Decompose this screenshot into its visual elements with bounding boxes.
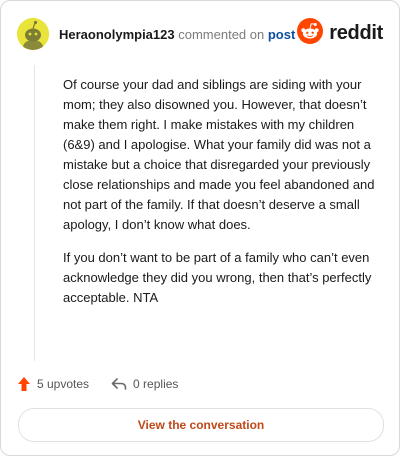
- author-name[interactable]: Heraonolympia123: [59, 27, 175, 42]
- upvote-count: 5 upvotes: [37, 377, 90, 391]
- reddit-wordmark: reddit: [329, 21, 383, 44]
- view-conversation-button[interactable]: View the conversation: [18, 408, 384, 442]
- reply-button[interactable]: 0 replies: [111, 377, 178, 391]
- comment-paragraph: Of course your dad and siblings are sidi…: [63, 77, 375, 232]
- reply-count: 0 replies: [133, 377, 179, 391]
- reddit-logo-icon: [297, 17, 324, 49]
- comment-card: Heraonolympia123 commented on post reddi…: [0, 0, 400, 456]
- reply-arrow-icon: [111, 378, 127, 390]
- upvote-arrow-icon: [18, 377, 30, 391]
- comment-body: Of course your dad and siblings are sidi…: [63, 75, 375, 321]
- reddit-brand[interactable]: reddit: [297, 17, 383, 49]
- snoo-avatar-icon[interactable]: [17, 18, 49, 50]
- thread-line: [34, 65, 35, 361]
- upvote-button[interactable]: 5 upvotes: [17, 376, 89, 392]
- author-line: Heraonolympia123 commented on post: [59, 27, 295, 42]
- post-link[interactable]: post: [268, 27, 295, 42]
- comment-paragraph: If you don’t want to be part of a family…: [63, 250, 372, 305]
- comment-header: Heraonolympia123 commented on post reddi…: [17, 17, 383, 51]
- action-text: commented on: [178, 27, 265, 42]
- comment-actions: 5 upvotes 0 replies: [17, 373, 200, 395]
